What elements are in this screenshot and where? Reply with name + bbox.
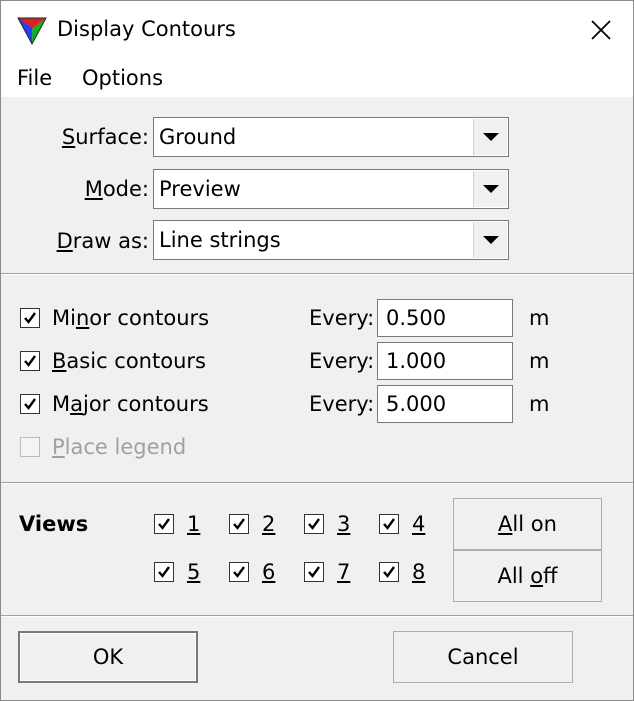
separator	[1, 273, 633, 275]
basic-contours-label: Basic contours	[52, 349, 206, 373]
view-1-checkbox[interactable]	[154, 514, 174, 534]
basic-unit: m	[529, 349, 550, 373]
mode-label: Mode:	[84, 177, 149, 201]
view-6-checkbox[interactable]	[229, 562, 249, 582]
title-bar: Display Contours	[1, 1, 633, 59]
separator	[1, 482, 633, 484]
separator	[1, 615, 633, 617]
basic-contours-checkbox[interactable]	[20, 351, 40, 371]
major-contours-label: Major contours	[52, 392, 209, 416]
view-2-checkbox[interactable]	[229, 514, 249, 534]
menu-bar: File Options	[1, 59, 633, 97]
view-4-checkbox[interactable]	[379, 514, 399, 534]
view-6-label: 6	[262, 560, 276, 584]
cancel-label: Cancel	[447, 645, 519, 669]
all-on-button[interactable]: All on	[453, 498, 602, 550]
major-every-label: Every:	[309, 392, 375, 416]
view-3-label: 3	[337, 512, 351, 536]
close-button[interactable]	[569, 1, 633, 59]
place-legend-checkbox	[20, 437, 40, 457]
checkmark-icon	[24, 312, 36, 324]
view-8-label: 8	[412, 560, 426, 584]
surface-dropdown-button[interactable]	[473, 119, 507, 155]
checkmark-icon	[308, 566, 320, 578]
chevron-down-icon	[482, 133, 499, 141]
checkmark-icon	[233, 566, 245, 578]
draw-as-label: Draw as:	[56, 229, 149, 253]
checkmark-icon	[308, 518, 320, 530]
minor-contours-label: Minor contours	[52, 306, 210, 330]
chevron-down-icon	[482, 236, 499, 244]
window-title: Display Contours	[57, 17, 236, 41]
close-icon	[591, 20, 611, 40]
view-4-label: 4	[412, 512, 426, 536]
checkmark-icon	[158, 518, 170, 530]
mode-dropdown-button[interactable]	[473, 171, 507, 207]
checkmark-icon	[383, 566, 395, 578]
major-interval-input[interactable]	[377, 385, 513, 423]
major-unit: m	[529, 392, 550, 416]
view-5-label: 5	[187, 560, 201, 584]
surface-value: Ground	[159, 125, 237, 149]
all-off-label: All off	[497, 564, 558, 588]
view-2-label: 2	[262, 512, 276, 536]
surface-combo[interactable]: Ground	[153, 117, 509, 157]
menu-options[interactable]: Options	[82, 66, 163, 90]
minor-contours-checkbox[interactable]	[20, 308, 40, 328]
checkmark-icon	[233, 518, 245, 530]
checkmark-icon	[383, 518, 395, 530]
major-contours-checkbox[interactable]	[20, 394, 40, 414]
checkmark-icon	[24, 398, 36, 410]
cancel-button[interactable]: Cancel	[393, 631, 573, 683]
view-3-checkbox[interactable]	[304, 514, 324, 534]
all-off-button[interactable]: All off	[453, 550, 602, 602]
checkmark-icon	[158, 566, 170, 578]
all-on-label: All on	[498, 512, 557, 536]
view-1-label: 1	[187, 512, 201, 536]
minor-interval-input[interactable]	[377, 299, 513, 337]
tri-color-app-icon	[17, 17, 47, 46]
minor-unit: m	[529, 306, 550, 330]
chevron-down-icon	[482, 185, 499, 193]
view-5-checkbox[interactable]	[154, 562, 174, 582]
views-label: Views	[19, 512, 89, 536]
checkmark-icon	[24, 355, 36, 367]
view-8-checkbox[interactable]	[379, 562, 399, 582]
draw-as-dropdown-button[interactable]	[473, 222, 507, 258]
mode-combo[interactable]: Preview	[153, 169, 509, 209]
view-7-checkbox[interactable]	[304, 562, 324, 582]
draw-as-combo[interactable]: Line strings	[153, 220, 509, 260]
ok-label: OK	[92, 645, 124, 669]
draw-as-value: Line strings	[159, 228, 281, 252]
basic-every-label: Every:	[309, 349, 375, 373]
display-contours-dialog: Display Contours File Options Surface: G…	[0, 0, 634, 701]
view-7-label: 7	[337, 560, 351, 584]
ok-button[interactable]: OK	[18, 631, 198, 683]
surface-label: Surface:	[61, 125, 149, 149]
menu-file[interactable]: File	[17, 66, 52, 90]
place-legend-label: Place legend	[52, 435, 187, 459]
basic-interval-input[interactable]	[377, 342, 513, 380]
mode-value: Preview	[159, 177, 241, 201]
minor-every-label: Every:	[309, 306, 375, 330]
